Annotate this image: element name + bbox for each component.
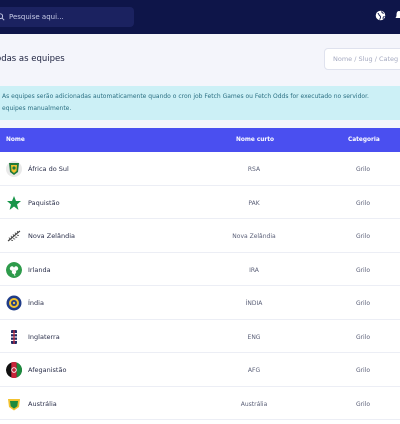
team-category: Grilo (355, 199, 371, 207)
team-category: Grilo (355, 266, 371, 274)
column-header-short-name[interactable]: Nome curto (236, 137, 274, 143)
team-short-name: PAK (248, 199, 260, 207)
team-category: Grilo (355, 400, 371, 408)
table-row[interactable]: África do Sul RSA Grilo (0, 152, 400, 186)
table-row[interactable]: Nova Zelândia Nova Zelândia Grilo (0, 219, 400, 253)
search-icon (0, 13, 5, 21)
search-box[interactable] (0, 7, 134, 27)
south-africa-flag-icon (6, 161, 22, 177)
teams-table: Nome Nome curto Categoria África do Sul … (0, 128, 400, 424)
table-row[interactable]: Índia ÍNDIA Grilo (0, 286, 400, 320)
india-flag-icon (6, 295, 22, 311)
england-flag-icon (6, 328, 22, 345)
team-category: Grilo (355, 333, 371, 341)
team-short-name: Austrália (240, 400, 268, 408)
afghanistan-flag-icon (6, 362, 22, 378)
team-category: Grilo (355, 300, 371, 307)
team-name: Afeganistão (28, 366, 67, 374)
table-row[interactable]: Austrália Austrália Grilo (0, 386, 400, 420)
team-short-name: IRA (249, 266, 259, 274)
team-short-name: ÍNDIA (245, 300, 263, 307)
team-short-name: AFG (247, 367, 261, 374)
team-short-name: ENG (247, 333, 261, 341)
alert-line-2: equipes manualmente. (2, 105, 72, 112)
ireland-flag-icon (6, 261, 22, 278)
team-name: África do Sul (28, 165, 69, 173)
team-name: Austrália (28, 399, 57, 408)
table-header: Nome Nome curto Categoria (0, 128, 400, 152)
table-row[interactable]: Paquistão PAK Grilo (0, 185, 400, 219)
team-name: Índia (28, 299, 44, 307)
table-row[interactable]: Irlanda IRA Grilo (0, 252, 400, 286)
team-category: Grilo (355, 367, 371, 374)
top-navbar (0, 0, 400, 34)
table-row[interactable]: Inglaterra ENG Grilo (0, 319, 400, 353)
info-alert: As equipes serão adicionadas automaticam… (0, 86, 400, 120)
team-name: Paquistão (28, 198, 60, 207)
column-header-name[interactable]: Nome (6, 137, 25, 143)
pakistan-flag-icon (6, 194, 22, 211)
notification-icon[interactable] (395, 10, 400, 21)
table-row[interactable]: Afeganistão AFG Grilo (0, 353, 400, 387)
team-name: Irlanda (28, 265, 51, 274)
team-short-name: Nova Zelândia (232, 233, 276, 240)
column-header-category[interactable]: Categoria (348, 137, 380, 143)
globe-icon[interactable] (375, 10, 386, 21)
team-category: Grilo (355, 233, 371, 240)
team-short-name: RSA (247, 166, 261, 173)
page-title: odas as equipes (0, 54, 65, 64)
filter-input[interactable] (324, 48, 400, 70)
alert-line-1: As equipes serão adicionadas automaticam… (2, 93, 369, 100)
new-zealand-fern-icon (6, 228, 22, 244)
team-name: Nova Zelândia (28, 232, 76, 240)
search-input[interactable] (9, 13, 119, 21)
team-name: Inglaterra (28, 332, 60, 341)
team-category: Grilo (355, 166, 371, 173)
australia-flag-icon (6, 395, 22, 412)
